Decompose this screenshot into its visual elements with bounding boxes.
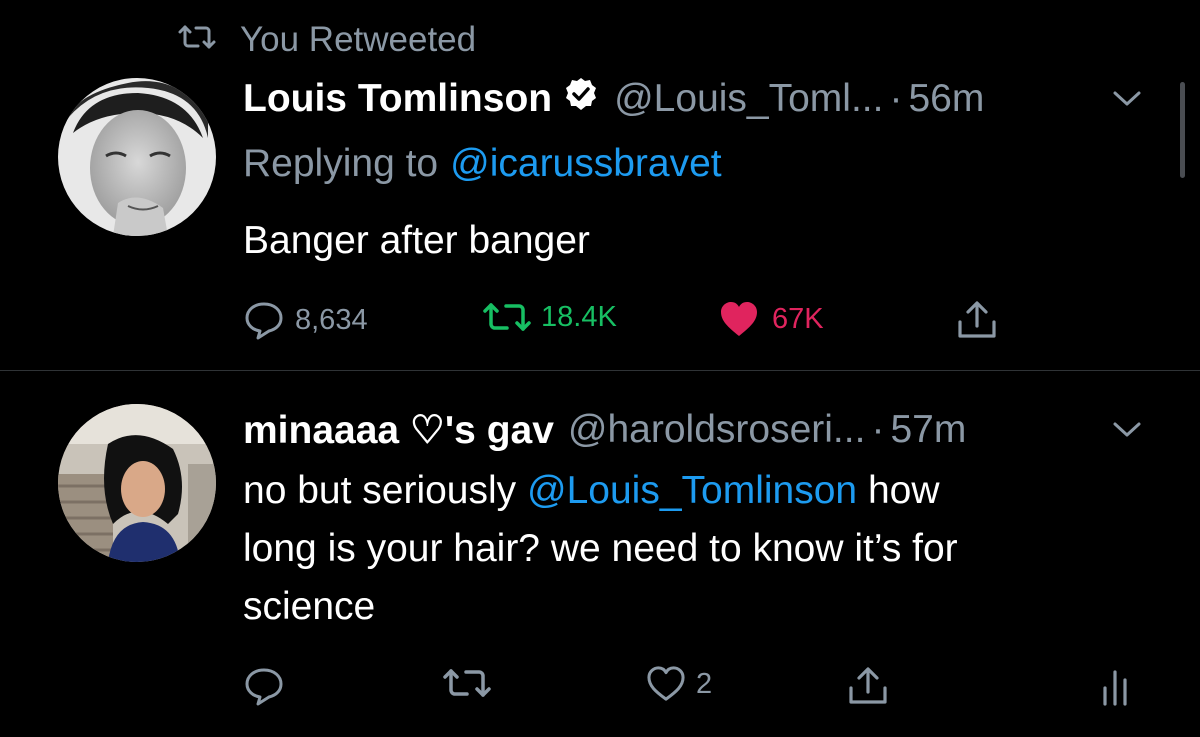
share-button[interactable] bbox=[846, 666, 890, 706]
tweet-text-line-1: no but seriously @Louis_Tomlinson how bbox=[243, 462, 1143, 520]
retweet-button[interactable] bbox=[441, 666, 493, 700]
timestamp[interactable]: 56m bbox=[908, 77, 984, 121]
scrollbar[interactable] bbox=[1180, 82, 1185, 178]
verified-badge-icon bbox=[564, 77, 598, 121]
retweet-icon bbox=[441, 666, 493, 700]
like-count: 67K bbox=[772, 302, 824, 335]
retweet-count: 18.4K bbox=[541, 300, 617, 333]
tweet-text-cont: how bbox=[867, 469, 940, 512]
tweet-header: Louis Tomlinson @Louis_Toml... · 56m bbox=[243, 73, 984, 125]
tweet-header: minaaaa ♡'s gav @haroldsroseri... · 57m bbox=[243, 404, 966, 456]
retweet-icon bbox=[481, 300, 533, 334]
share-icon bbox=[846, 666, 890, 706]
reply-icon bbox=[243, 300, 285, 340]
timestamp[interactable]: 57m bbox=[890, 408, 966, 452]
tweet-actions: 8,634 18.4K 67K bbox=[243, 300, 1023, 340]
mention-link[interactable]: @Louis_Tomlinson bbox=[527, 469, 857, 512]
reply-count: 8,634 bbox=[295, 303, 368, 336]
chevron-down-icon[interactable] bbox=[1112, 89, 1142, 114]
tweet-text: no but seriously @Louis_Tomlinson how lo… bbox=[243, 462, 1143, 636]
tweet-text: Banger after banger bbox=[243, 219, 590, 262]
like-count: 2 bbox=[696, 667, 713, 700]
tweet-text-line-3: science bbox=[243, 585, 376, 628]
display-name[interactable]: minaaaa ♡'s gav bbox=[243, 408, 554, 453]
retweet-button[interactable]: 18.4K bbox=[481, 300, 617, 334]
separator: · bbox=[871, 408, 885, 451]
reply-button[interactable]: 8,634 bbox=[243, 300, 368, 340]
tweet-minaaaa[interactable]: minaaaa ♡'s gav @haroldsroseri... · 57m … bbox=[0, 371, 1200, 737]
handle[interactable]: @Louis_Toml... bbox=[614, 77, 883, 121]
separator: · bbox=[889, 77, 903, 120]
handle[interactable]: @haroldsroseri... bbox=[568, 408, 866, 452]
chevron-down-icon[interactable] bbox=[1112, 420, 1142, 445]
share-icon bbox=[955, 300, 999, 340]
like-icon bbox=[718, 300, 760, 338]
tweet-text-line-2: long is your hair? we need to know it’s … bbox=[243, 527, 958, 570]
analytics-icon bbox=[1100, 666, 1130, 706]
like-button[interactable]: 67K bbox=[718, 300, 824, 338]
like-button[interactable]: 2 bbox=[646, 666, 712, 702]
avatar[interactable] bbox=[58, 78, 216, 236]
reply-button[interactable] bbox=[243, 666, 285, 706]
replying-to: Replying to @icarussbravet bbox=[243, 138, 722, 190]
like-icon bbox=[646, 666, 686, 702]
share-button[interactable] bbox=[955, 300, 999, 340]
replying-mention-link[interactable]: @icarussbravet bbox=[450, 142, 722, 186]
replying-prefix: Replying to bbox=[243, 142, 439, 185]
display-name[interactable]: Louis Tomlinson bbox=[243, 77, 552, 121]
analytics-button[interactable] bbox=[1100, 666, 1130, 706]
tweet-louis[interactable]: Louis Tomlinson @Louis_Toml... · 56m Rep… bbox=[0, 0, 1200, 370]
tweet-text-start: no but seriously bbox=[243, 469, 517, 512]
tweet-actions: 2 bbox=[243, 666, 1143, 706]
reply-icon bbox=[243, 666, 285, 706]
avatar[interactable] bbox=[58, 404, 216, 562]
